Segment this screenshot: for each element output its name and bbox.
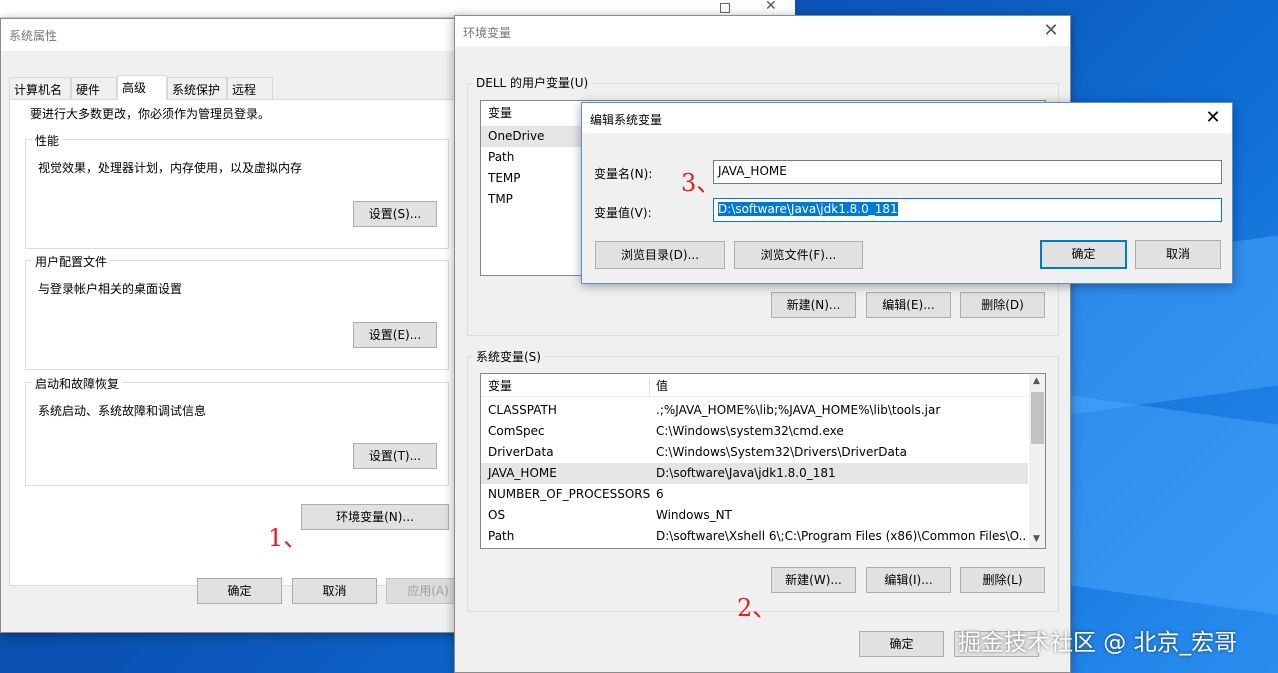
header-divider — [649, 378, 650, 395]
scrollbar-thumb[interactable] — [1031, 392, 1044, 444]
performance-desc: 视觉效果，处理器计划，内存使用，以及虚拟内存 — [38, 161, 303, 175]
window-title: 系统属性 — [9, 29, 58, 43]
user-profile-desc: 与登录帐户相关的桌面设置 — [38, 282, 183, 296]
system-delete-button[interactable]: 删除(L) — [960, 567, 1045, 593]
scroll-down-icon[interactable]: ▼ — [1033, 534, 1040, 544]
table-row[interactable]: ComSpec C:\Windows\system32\cmd.exe — [481, 421, 1028, 442]
dialog-cancel-button[interactable]: 取消 — [1135, 240, 1221, 269]
annotation-step-1: 1、 — [268, 524, 308, 552]
user-variables-label: DELL 的用户变量(U) — [473, 74, 592, 91]
desktop-logo-pane-bottom — [1070, 395, 1278, 615]
user-new-button[interactable]: 新建(N)... — [771, 292, 856, 318]
user-profile-label: 用户配置文件 — [32, 253, 111, 270]
system-variables-label: 系统变量(S) — [473, 348, 544, 365]
env-titlebar[interactable]: 环境变量 ✕ — [455, 16, 1070, 46]
table-row[interactable]: NUMBER_OF_PROCESSORS 6 — [481, 484, 1028, 505]
user-profile-group — [25, 260, 449, 370]
dialog-ok-button[interactable]: 确定 — [1040, 240, 1127, 269]
user-edit-button[interactable]: 编辑(E)... — [866, 292, 951, 318]
system-properties-titlebar[interactable]: 系统属性 — [1, 19, 469, 51]
close-icon[interactable]: ✕ — [1036, 19, 1066, 43]
variable-value-label: 变量值(V): — [594, 206, 652, 220]
table-row[interactable]: DriverData C:\Windows\System32\Drivers\D… — [481, 442, 1028, 463]
cancel-button[interactable]: 取消 — [292, 578, 377, 604]
scroll-up-icon[interactable]: ▲ — [1033, 376, 1040, 386]
header-value: 值 — [656, 379, 669, 393]
env-ok-button[interactable]: 确定 — [859, 631, 944, 657]
tab-system-protection[interactable]: 系统保护 — [167, 77, 227, 99]
tab-computer-name[interactable]: 计算机名 — [9, 77, 71, 99]
watermark: 掘金技术社区 @ 北京_宏哥 — [958, 630, 1238, 656]
env-window-title: 环境变量 — [463, 26, 512, 40]
ok-button[interactable]: 确定 — [197, 578, 282, 604]
startup-desc: 系统启动、系统故障和调试信息 — [38, 404, 207, 418]
variable-value-input[interactable]: D:\software\Java\jdk1.8.0_181 — [713, 198, 1222, 222]
system-list-scrollbar[interactable]: ▲ ▼ — [1029, 374, 1045, 548]
startup-group — [25, 382, 449, 486]
system-new-button[interactable]: 新建(W)... — [771, 567, 856, 593]
system-list-header[interactable]: 变量 值 — [481, 376, 1028, 397]
variable-name-label: 变量名(N): — [594, 167, 653, 181]
variable-name-input[interactable]: JAVA_HOME — [713, 160, 1222, 184]
environment-variables-button[interactable]: 环境变量(N)... — [301, 504, 449, 530]
annotation-step-3: 3、 — [681, 169, 721, 197]
variable-value-selection: D:\software\Java\jdk1.8.0_181 — [718, 202, 898, 216]
edit-system-variable-dialog: 编辑系统变量 ✕ 变量名(N): JAVA_HOME 变量值(V): D:\so… — [581, 102, 1233, 284]
user-profile-settings-button[interactable]: 设置(E)... — [353, 322, 437, 348]
table-row[interactable]: Path D:\software\Xshell 6\;C:\Program Fi… — [481, 526, 1028, 547]
system-properties-window: 系统属性 计算机名 硬件 高级 系统保护 远程 要进行大多数更改，你必须作为管理… — [0, 18, 470, 633]
advanced-tab-panel: 要进行大多数更改，你必须作为管理员登录。 性能 视觉效果，处理器计划，内存使用，… — [9, 99, 456, 586]
startup-label: 启动和故障恢复 — [32, 375, 123, 392]
edit-dialog-title: 编辑系统变量 — [590, 113, 663, 127]
header-name: 变量 — [488, 379, 513, 393]
tab-hardware[interactable]: 硬件 — [71, 77, 117, 99]
tab-advanced[interactable]: 高级 — [117, 75, 167, 100]
admin-note: 要进行大多数更改，你必须作为管理员登录。 — [30, 107, 271, 121]
performance-settings-button[interactable]: 设置(S)... — [353, 201, 437, 227]
edit-dialog-titlebar[interactable]: 编辑系统变量 ✕ — [582, 103, 1232, 133]
browse-directory-button[interactable]: 浏览目录(D)... — [595, 241, 725, 269]
startup-settings-button[interactable]: 设置(T)... — [353, 443, 437, 469]
system-variables-list[interactable]: 变量 值 CLASSPATH .;%JAVA_HOME%\lib;%JAVA_H… — [480, 373, 1046, 549]
system-edit-button[interactable]: 编辑(I)... — [866, 567, 951, 593]
annotation-step-2: 2、 — [737, 594, 777, 622]
performance-group — [25, 139, 449, 249]
table-row[interactable]: CLASSPATH .;%JAVA_HOME%\lib;%JAVA_HOME%\… — [481, 400, 1028, 421]
browse-file-button[interactable]: 浏览文件(F)... — [734, 241, 863, 269]
maximize-icon[interactable] — [720, 3, 730, 13]
tab-remote[interactable]: 远程 — [227, 77, 273, 99]
table-row[interactable]: JAVA_HOME D:\software\Java\jdk1.8.0_181 — [481, 463, 1028, 484]
close-icon[interactable]: ✕ — [765, 0, 777, 14]
user-delete-button[interactable]: 删除(D) — [960, 292, 1045, 318]
table-row[interactable]: OS Windows_NT — [481, 505, 1028, 526]
performance-label: 性能 — [32, 132, 63, 149]
close-icon[interactable]: ✕ — [1198, 106, 1228, 130]
user-header-name: 变量 — [488, 106, 513, 120]
